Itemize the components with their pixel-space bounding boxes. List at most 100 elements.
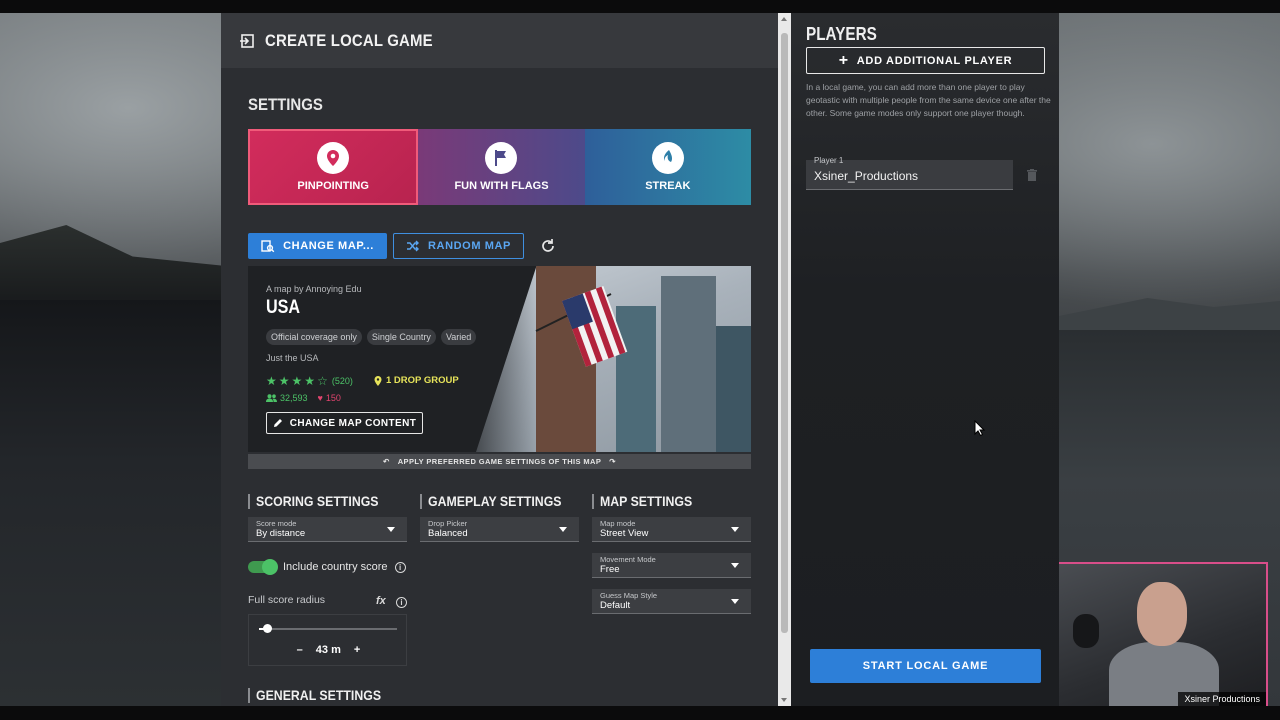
- include-country-score-row: Include country score i: [248, 559, 406, 575]
- general-settings-title: GENERAL SETTINGS: [248, 687, 398, 703]
- curved-arrow-left-icon: ↶: [383, 457, 390, 466]
- caret-down-icon: [731, 599, 739, 604]
- radius-slider[interactable]: [259, 624, 397, 633]
- info-icon[interactable]: i: [396, 597, 407, 608]
- gameplay-settings: GAMEPLAY SETTINGS Drop Picker Balanced: [420, 493, 580, 542]
- map-tags: Official coverage only Single Country Va…: [266, 329, 477, 345]
- start-local-game-button[interactable]: START LOCAL GAME: [810, 649, 1041, 683]
- map-settings-title: MAP SETTINGS: [592, 493, 752, 509]
- players-stat: 32,593: [266, 393, 308, 403]
- guess-map-style-select[interactable]: Guess Map Style Default: [592, 589, 751, 614]
- users-icon: [266, 394, 277, 402]
- change-map-label: CHANGE MAP...: [283, 240, 374, 252]
- apply-label: APPLY PREFERRED GAME SETTINGS OF THIS MA…: [397, 457, 602, 466]
- flag-icon: [485, 142, 518, 174]
- streamer-name: Xsiner Productions: [1178, 692, 1266, 706]
- scrollbar-thumb[interactable]: [781, 33, 788, 633]
- score-mode-select[interactable]: Score mode By distance: [248, 517, 407, 542]
- select-label: Movement Mode: [600, 555, 656, 564]
- mode-label: STREAK: [645, 180, 691, 192]
- drop-group-badge: 1 DROP GROUP: [374, 375, 459, 386]
- map-actions: CHANGE MAP... RANDOM MAP: [248, 233, 558, 259]
- full-score-radius-label: Full score radius: [248, 594, 326, 606]
- shuffle-icon: [407, 240, 419, 252]
- increase-button[interactable]: +: [354, 644, 360, 656]
- star-icon: ★: [278, 374, 290, 388]
- game-mode-selector: PINPOINTING FUN WITH FLAGS STREAK: [248, 129, 751, 205]
- bottom-letterbox: [0, 706, 1280, 720]
- likes-stat: ♥ 150: [318, 393, 341, 403]
- select-value: Street View: [600, 528, 649, 539]
- movement-mode-select[interactable]: Movement Mode Free: [592, 553, 751, 578]
- exit-icon[interactable]: [239, 33, 255, 49]
- select-label: Score mode: [256, 519, 297, 528]
- streak-icon: [651, 142, 684, 174]
- curved-arrow-right-icon: ↷: [609, 457, 616, 466]
- map-author: A map by Annoying Edu: [266, 284, 362, 294]
- likes-count: 150: [325, 393, 341, 403]
- background-lake-left: [0, 300, 221, 706]
- panel-header: CREATE LOCAL GAME: [221, 13, 778, 68]
- apply-preferred-settings-button[interactable]: ↶ APPLY PREFERRED GAME SETTINGS OF THIS …: [248, 454, 751, 469]
- scroll-up-arrow-icon[interactable]: [781, 17, 787, 21]
- add-player-label: ADD ADDITIONAL PLAYER: [856, 54, 1013, 67]
- players-panel: PLAYERS + ADD ADDITIONAL PLAYER In a loc…: [791, 13, 1059, 706]
- refresh-icon[interactable]: [538, 236, 558, 256]
- select-label: Map mode: [600, 519, 636, 528]
- change-map-button[interactable]: CHANGE MAP...: [248, 233, 387, 259]
- info-icon[interactable]: i: [394, 561, 406, 573]
- players-count: 32,593: [280, 393, 308, 403]
- title-bar: [592, 493, 594, 509]
- title-bar: [248, 687, 250, 703]
- change-map-content-button[interactable]: CHANGE MAP CONTENT: [266, 412, 423, 434]
- map-tag: Single Country: [366, 329, 436, 345]
- drop-picker-select[interactable]: Drop Picker Balanced: [420, 517, 579, 542]
- mouse-cursor-icon: [974, 419, 986, 441]
- players-help-text: In a local game, you can add more than o…: [806, 82, 1051, 118]
- microphone-icon: [1073, 614, 1099, 648]
- rating-count: (520): [331, 376, 353, 386]
- map-mode-select[interactable]: Map mode Street View: [592, 517, 751, 542]
- star-icon: ★: [266, 374, 277, 388]
- include-country-label: Include country score: [283, 561, 388, 573]
- add-additional-player-button[interactable]: + ADD ADDITIONAL PLAYER: [806, 47, 1045, 74]
- gameplay-settings-title: GAMEPLAY SETTINGS: [420, 493, 580, 509]
- create-game-panel: CREATE LOCAL GAME SETTINGS PINPOINTING F…: [221, 13, 778, 706]
- random-map-label: RANDOM MAP: [428, 240, 511, 252]
- scroll-down-arrow-icon[interactable]: [781, 698, 787, 702]
- select-value: Free: [600, 564, 620, 575]
- mode-label: PINPOINTING: [297, 180, 369, 192]
- mode-streak[interactable]: STREAK: [584, 129, 751, 205]
- star-icon: ★: [291, 374, 303, 388]
- map-description: Just the USA: [266, 353, 319, 363]
- pencil-icon: [273, 419, 282, 427]
- drop-group-label: 1 DROP GROUP: [386, 375, 459, 386]
- page-title: CREATE LOCAL GAME: [265, 30, 433, 50]
- trash-icon[interactable]: [1027, 168, 1037, 186]
- scoring-settings: SCORING SETTINGS Score mode By distance: [248, 493, 408, 542]
- include-country-toggle[interactable]: [248, 559, 278, 575]
- map-name: USA: [266, 297, 301, 318]
- top-letterbox: [0, 0, 1280, 13]
- select-value: By distance: [256, 528, 306, 539]
- mode-fun-with-flags[interactable]: FUN WITH FLAGS: [418, 129, 585, 205]
- map-settings: MAP SETTINGS Map mode Street View Moveme…: [592, 493, 752, 614]
- radius-stepper: – 43 m +: [249, 644, 408, 656]
- player-1-value: Xsiner_Productions: [814, 169, 919, 183]
- half-star-icon: ☆: [317, 374, 328, 388]
- selected-map-card: A map by Annoying Edu USA Official cover…: [248, 266, 751, 452]
- streamer-head: [1137, 582, 1187, 646]
- decrease-button[interactable]: –: [297, 644, 303, 656]
- map-stats: 32,593 ♥ 150: [266, 393, 341, 403]
- player-1-input[interactable]: Player 1 Xsiner_Productions: [806, 156, 1013, 190]
- random-map-button[interactable]: RANDOM MAP: [393, 233, 524, 259]
- panel-scrollbar[interactable]: [778, 13, 791, 706]
- scoring-settings-title: SCORING SETTINGS: [248, 493, 408, 509]
- mode-pinpointing[interactable]: PINPOINTING: [248, 129, 419, 205]
- location-pin-icon: [317, 142, 350, 174]
- score-radius-slider-box: – 43 m +: [248, 614, 407, 666]
- slider-thumb[interactable]: [263, 624, 272, 633]
- caret-down-icon: [731, 563, 739, 568]
- formula-icon[interactable]: fx: [376, 595, 386, 607]
- start-label: START LOCAL GAME: [862, 660, 989, 672]
